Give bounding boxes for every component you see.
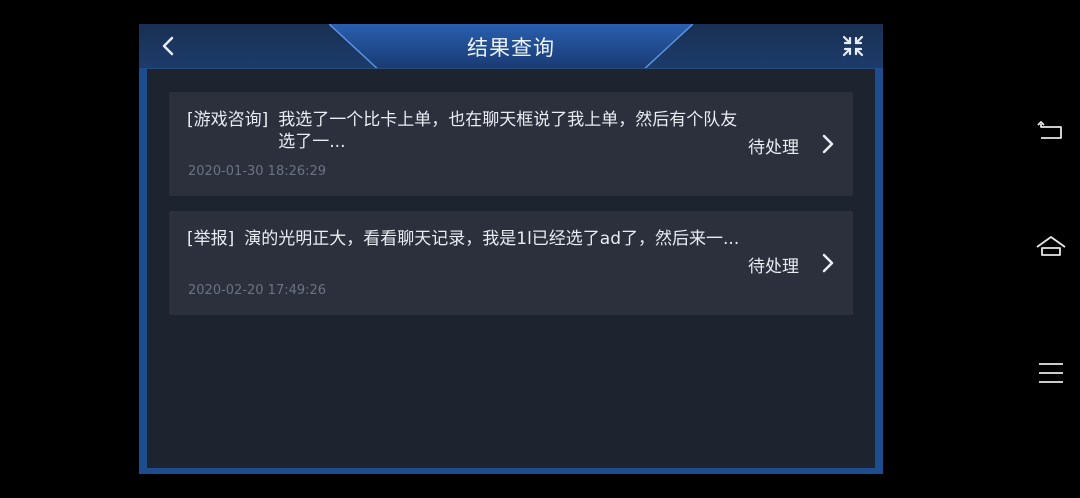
- ticket-timestamp: 2020-02-20 17:49:26: [188, 283, 327, 298]
- ticket-summary: 我选了一个比卡上单，也在聊天框说了我上单，然后有个队友选了一...: [278, 110, 738, 152]
- ticket-list: [游戏咨询] 我选了一个比卡上单，也在聊天框说了我上单，然后有个队友选了一...…: [147, 68, 875, 468]
- ticket-text: [游戏咨询] 我选了一个比卡上单，也在聊天框说了我上单，然后有个队友选了一...: [187, 109, 747, 153]
- page-title: 结果查询: [467, 36, 555, 60]
- result-query-dialog: 结果查询 [游戏咨询] 我选了一个比卡上单，也在聊天框说了我上单，然后有个队友选…: [139, 24, 883, 474]
- nav-menu-icon: [1039, 363, 1063, 383]
- ticket-item[interactable]: [举报] 演的光明正大，看看聊天记录，我是1l已经选了ad了，然后来一... 2…: [169, 211, 853, 315]
- ticket-category: [举报]: [187, 229, 235, 249]
- ticket-status: 待处理: [748, 138, 799, 158]
- screen: 结果查询 [游戏咨询] 我选了一个比卡上单，也在聊天框说了我上单，然后有个队友选…: [0, 0, 1080, 498]
- ticket-summary: 演的光明正大，看看聊天记录，我是1l已经选了ad了，然后来一...: [244, 229, 740, 249]
- dialog-header: 结果查询: [139, 24, 883, 72]
- nav-back-icon: [1037, 121, 1062, 139]
- android-nav-bar: [1020, 0, 1080, 498]
- chevron-right-icon: [822, 134, 834, 154]
- nav-menu-button[interactable]: [1035, 357, 1067, 389]
- ticket-text: [举报] 演的光明正大，看看聊天记录，我是1l已经选了ad了，然后来一...: [187, 228, 747, 250]
- chevron-right-icon: [822, 253, 834, 273]
- collapse-x-icon: [842, 35, 864, 57]
- ticket-category: [游戏咨询]: [187, 110, 269, 130]
- ticket-status: 待处理: [748, 257, 799, 277]
- nav-home-button[interactable]: [1035, 232, 1067, 264]
- chevron-left-icon: [162, 36, 174, 56]
- ticket-timestamp: 2020-01-30 18:26:29: [188, 164, 327, 179]
- collapse-button[interactable]: [839, 32, 867, 60]
- nav-back-button[interactable]: [1035, 115, 1067, 147]
- ticket-item[interactable]: [游戏咨询] 我选了一个比卡上单，也在聊天框说了我上单，然后有个队友选了一...…: [169, 92, 853, 196]
- back-button[interactable]: [155, 32, 183, 60]
- nav-home-icon: [1036, 236, 1066, 256]
